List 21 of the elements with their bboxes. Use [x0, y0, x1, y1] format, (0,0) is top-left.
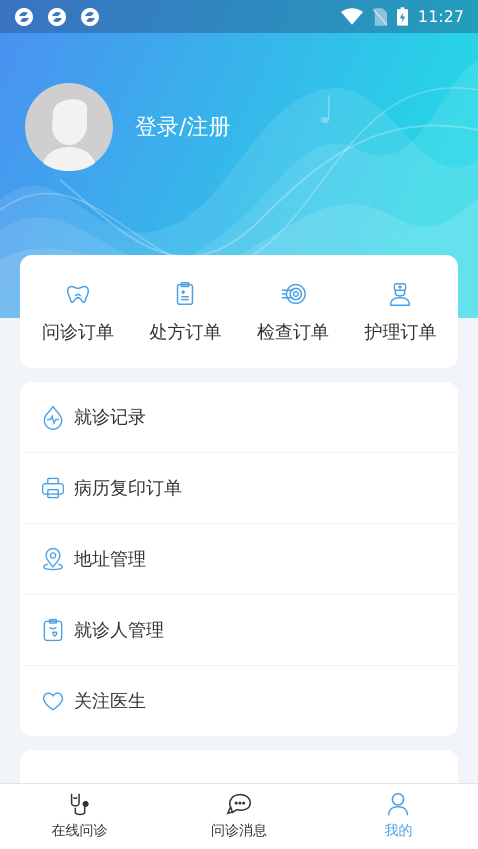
no-sim-icon	[372, 8, 387, 26]
wifi-icon	[340, 8, 363, 25]
status-time: 11:27	[418, 7, 464, 26]
menu-item[interactable]: 就诊记录	[20, 382, 458, 453]
app-notification-icon	[47, 6, 67, 26]
tab[interactable]: 问诊消息	[159, 784, 319, 849]
app-notification-icon	[80, 6, 100, 26]
menu-item[interactable]: 病历复印订单	[20, 453, 458, 524]
printer-icon	[40, 475, 66, 501]
tab[interactable]: 在线问诊	[0, 784, 160, 849]
menu-item[interactable]: 地址管理	[20, 524, 458, 595]
order-shortcut[interactable]: 问诊订单	[42, 280, 114, 344]
menu-item[interactable]: 关注医生	[20, 666, 458, 736]
order-shortcut[interactable]: 检查订单	[256, 280, 329, 344]
battery-charging-icon	[396, 7, 408, 26]
order-shortcut[interactable]: 处方订单	[149, 280, 222, 344]
app-notification-icon	[14, 6, 34, 26]
order-shortcut[interactable]: 护理订单	[364, 280, 436, 344]
location-pin-icon	[40, 546, 66, 572]
avatar-icon[interactable]	[25, 83, 113, 171]
menu-item[interactable]: 就诊人管理	[20, 595, 458, 666]
